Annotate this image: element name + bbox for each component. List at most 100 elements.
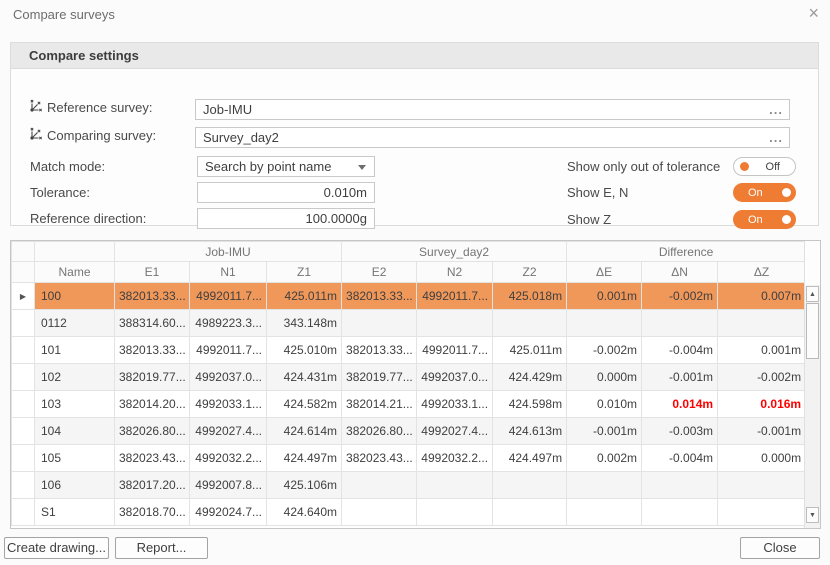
match-mode-dropdown[interactable]: Search by point name [197, 156, 375, 177]
cell-Z2[interactable]: 425.011m [493, 337, 567, 364]
cell-ΔN[interactable]: -0.004m [642, 445, 718, 472]
cell-N2[interactable]: 4992037.0... [417, 364, 493, 391]
row-selector-cell[interactable] [12, 337, 35, 364]
cell-Z2[interactable]: 425.018m [493, 283, 567, 310]
reference-survey-field[interactable]: Job-IMU ... [195, 99, 790, 120]
cell-Z2[interactable]: 424.429m [493, 364, 567, 391]
cell-name[interactable]: 102 [35, 364, 115, 391]
cell-ΔE[interactable] [567, 472, 642, 499]
column-header-ΔN[interactable]: ΔN [642, 262, 718, 283]
cell-Z2[interactable] [493, 472, 567, 499]
cell-N2[interactable]: 4992033.1... [417, 391, 493, 418]
cell-ΔN[interactable]: -0.001m [642, 364, 718, 391]
cell-ΔE[interactable]: 0.000m [567, 364, 642, 391]
cell-Z2[interactable] [493, 310, 567, 337]
cell-name[interactable]: 101 [35, 337, 115, 364]
current-row-indicator[interactable]: ▶ [12, 283, 35, 310]
cell-E2[interactable]: 382013.33... [342, 337, 417, 364]
column-header-E1[interactable]: E1 [115, 262, 190, 283]
cell-ΔZ[interactable]: -0.002m [718, 364, 806, 391]
cell-ΔZ[interactable]: 0.001m [718, 337, 806, 364]
cell-N1[interactable]: 4992011.7... [190, 283, 267, 310]
cell-ΔZ[interactable]: 0.000m [718, 445, 806, 472]
create-drawing-button[interactable]: Create drawing... [4, 537, 109, 559]
cell-name[interactable]: 104 [35, 418, 115, 445]
cell-name[interactable]: 103 [35, 391, 115, 418]
cell-ΔZ[interactable] [718, 499, 806, 526]
cell-Z1[interactable]: 343.148m [267, 310, 342, 337]
cell-ΔN[interactable]: -0.004m [642, 337, 718, 364]
cell-E2[interactable] [342, 499, 417, 526]
row-selector-cell[interactable] [12, 445, 35, 472]
cell-Z1[interactable]: 424.582m [267, 391, 342, 418]
cell-ΔN[interactable] [642, 499, 718, 526]
cell-ΔZ[interactable]: 0.007m [718, 283, 806, 310]
cell-E1[interactable]: 382013.33... [115, 283, 190, 310]
cell-E2[interactable]: 382013.33... [342, 283, 417, 310]
row-selector-cell[interactable] [12, 310, 35, 337]
cell-N2[interactable] [417, 310, 493, 337]
column-header-Z1[interactable]: Z1 [267, 262, 342, 283]
cell-N1[interactable]: 4992033.1... [190, 391, 267, 418]
scroll-up-icon[interactable]: ▲ [806, 286, 819, 302]
show-en-toggle[interactable]: On [733, 183, 796, 202]
cell-ΔZ[interactable]: -0.001m [718, 418, 806, 445]
cell-N2[interactable] [417, 499, 493, 526]
cell-N1[interactable]: 4992007.8... [190, 472, 267, 499]
cell-E1[interactable]: 382026.80... [115, 418, 190, 445]
cell-N1[interactable]: 4989223.3... [190, 310, 267, 337]
cell-E1[interactable]: 382013.33... [115, 337, 190, 364]
cell-ΔN[interactable]: -0.002m [642, 283, 718, 310]
row-selector-cell[interactable] [12, 499, 35, 526]
cell-Z1[interactable]: 424.614m [267, 418, 342, 445]
cell-Z2[interactable]: 424.497m [493, 445, 567, 472]
cell-E1[interactable]: 382018.70... [115, 499, 190, 526]
reference-survey-browse-button[interactable]: ... [769, 100, 783, 119]
tolerance-input[interactable]: 0.010m [197, 182, 375, 203]
cell-name[interactable]: 0112 [35, 310, 115, 337]
cell-Z2[interactable] [493, 499, 567, 526]
cell-E2[interactable]: 382014.21... [342, 391, 417, 418]
cell-ΔZ[interactable] [718, 472, 806, 499]
comparing-survey-browse-button[interactable]: ... [769, 128, 783, 147]
row-selector-cell[interactable] [12, 472, 35, 499]
cell-E1[interactable]: 382019.77... [115, 364, 190, 391]
reference-direction-input[interactable]: 100.0000g [197, 208, 375, 229]
report-button[interactable]: Report... [115, 537, 208, 559]
cell-ΔE[interactable]: -0.001m [567, 418, 642, 445]
show-z-toggle[interactable]: On [733, 210, 796, 229]
cell-E1[interactable]: 382023.43... [115, 445, 190, 472]
cell-E2[interactable]: 382026.80... [342, 418, 417, 445]
cell-name[interactable]: 100 [35, 283, 115, 310]
cell-E2[interactable] [342, 310, 417, 337]
cell-Z2[interactable]: 424.613m [493, 418, 567, 445]
close-button[interactable]: Close [740, 537, 820, 559]
column-header-Z2[interactable]: Z2 [493, 262, 567, 283]
cell-E2[interactable]: 382023.43... [342, 445, 417, 472]
column-header-ΔZ[interactable]: ΔZ [718, 262, 806, 283]
cell-ΔN[interactable]: -0.003m [642, 418, 718, 445]
cell-N1[interactable]: 4992037.0... [190, 364, 267, 391]
cell-ΔZ[interactable] [718, 310, 806, 337]
cell-Z1[interactable]: 425.011m [267, 283, 342, 310]
cell-Z2[interactable]: 424.598m [493, 391, 567, 418]
column-header-N2[interactable]: N2 [417, 262, 493, 283]
column-header-N1[interactable]: N1 [190, 262, 267, 283]
cell-N2[interactable]: 4992011.7... [417, 283, 493, 310]
cell-ΔN[interactable] [642, 310, 718, 337]
row-selector-cell[interactable] [12, 364, 35, 391]
cell-ΔN[interactable]: 0.014m [642, 391, 718, 418]
cell-ΔZ[interactable]: 0.016m [718, 391, 806, 418]
scrollbar-thumb[interactable] [806, 303, 819, 359]
cell-N1[interactable]: 4992024.7... [190, 499, 267, 526]
cell-Z1[interactable]: 424.431m [267, 364, 342, 391]
cell-Z1[interactable]: 424.640m [267, 499, 342, 526]
cell-Z1[interactable]: 425.010m [267, 337, 342, 364]
cell-N1[interactable]: 4992011.7... [190, 337, 267, 364]
cell-ΔN[interactable] [642, 472, 718, 499]
cell-E1[interactable]: 382017.20... [115, 472, 190, 499]
cell-name[interactable]: 106 [35, 472, 115, 499]
cell-N2[interactable]: 4992011.7... [417, 337, 493, 364]
cell-E1[interactable]: 382014.20... [115, 391, 190, 418]
cell-E2[interactable] [342, 472, 417, 499]
